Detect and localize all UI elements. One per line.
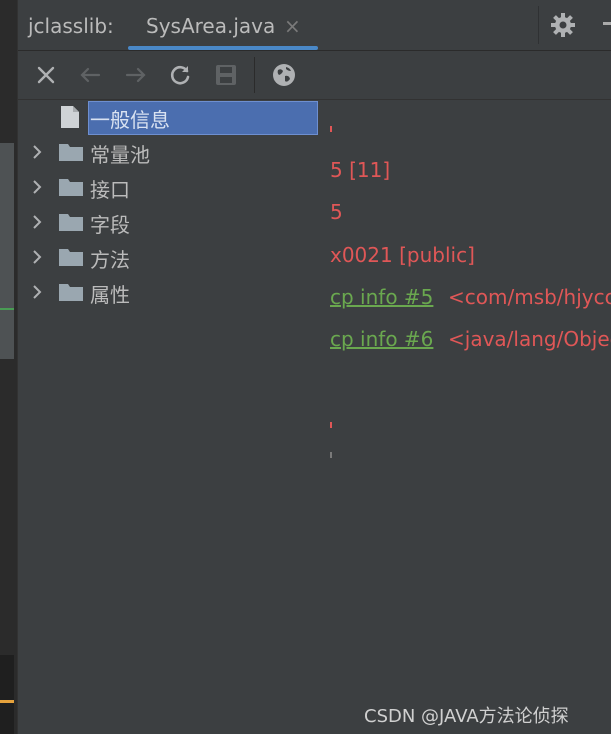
tab-label: SysArea.java [146,14,276,38]
chevron-right-icon[interactable] [30,213,44,235]
folder-icon [58,282,84,306]
editor-bottom-area [0,655,14,734]
back-arrow-icon[interactable] [76,61,104,89]
cp-info-link[interactable]: cp info #5 [330,285,433,309]
tree-item-interfaces[interactable]: 接口 [18,170,318,204]
gear-icon[interactable] [548,10,578,40]
folder-icon [58,212,84,236]
detail-row-marker [330,422,332,428]
tool-window-title: jclasslib: [28,14,114,38]
tree-item-constant-pool[interactable]: 常量池 [18,135,318,169]
chevron-right-icon[interactable] [30,143,44,165]
tab-sysarea-java[interactable]: SysArea.java × [128,0,318,50]
active-tab-indicator [128,46,318,50]
minimize-icon[interactable] [603,22,611,25]
detail-row-marker [330,126,332,132]
folder-icon [58,247,84,271]
detail-panel: 5 [11] 5 x0021 [public] cp info #5 <com/… [318,100,611,734]
tab-close-icon[interactable]: × [284,14,301,38]
tree-item-label: 常量池 [90,143,150,167]
tree-item-label: 属性 [90,283,130,307]
toolbar-separator [254,57,255,93]
folder-icon [58,177,84,201]
tree-item-label: 字段 [90,213,130,237]
folder-icon [58,142,84,166]
cp-info-value: <com/msb/hjycommunity/SysArea> [448,285,611,309]
chevron-right-icon[interactable] [30,248,44,270]
document-icon [60,105,80,133]
tree-item-label: 接口 [90,178,130,202]
change-marker [0,308,14,310]
header-divider [538,6,539,44]
globe-icon[interactable] [270,61,298,89]
chevron-right-icon[interactable] [30,283,44,305]
jclasslib-tool-window: jclasslib: SysArea.java × 一般信息 常量池 接口 字段… [18,0,611,734]
tree-item-general-info[interactable]: 一般信息 [18,100,318,135]
cp-info-link[interactable]: cp info #6 [330,327,433,351]
tree-item-label: 方法 [90,248,130,272]
editor-gutter-strip [0,0,18,734]
tool-window-header: jclasslib: SysArea.java × [18,0,611,51]
detail-value: 5 [330,200,343,224]
toolbar [18,51,611,100]
refresh-icon[interactable] [166,61,194,89]
structure-tree: 一般信息 常量池 接口 字段 方法 属性 [18,100,318,734]
save-icon[interactable] [212,61,240,89]
tree-item-fields[interactable]: 字段 [18,205,318,239]
detail-row-marker [330,452,332,458]
tree-item-label: 一般信息 [90,108,170,132]
content-area: 一般信息 常量池 接口 字段 方法 属性 5 [11] 5 x0021 [pub… [18,100,611,734]
close-icon[interactable] [32,61,60,89]
tree-item-methods[interactable]: 方法 [18,240,318,274]
editor-scrollbar-thumb[interactable] [0,143,14,359]
cp-info-value: <java/lang/Object> [448,327,611,351]
warning-marker [0,700,14,703]
tree-item-attributes[interactable]: 属性 [18,275,318,309]
watermark-text: CSDN @JAVA方法论侦探 [364,706,569,727]
forward-arrow-icon[interactable] [122,61,150,89]
detail-value: x0021 [public] [330,243,475,267]
detail-value: 5 [11] [330,158,391,182]
chevron-right-icon[interactable] [30,178,44,200]
